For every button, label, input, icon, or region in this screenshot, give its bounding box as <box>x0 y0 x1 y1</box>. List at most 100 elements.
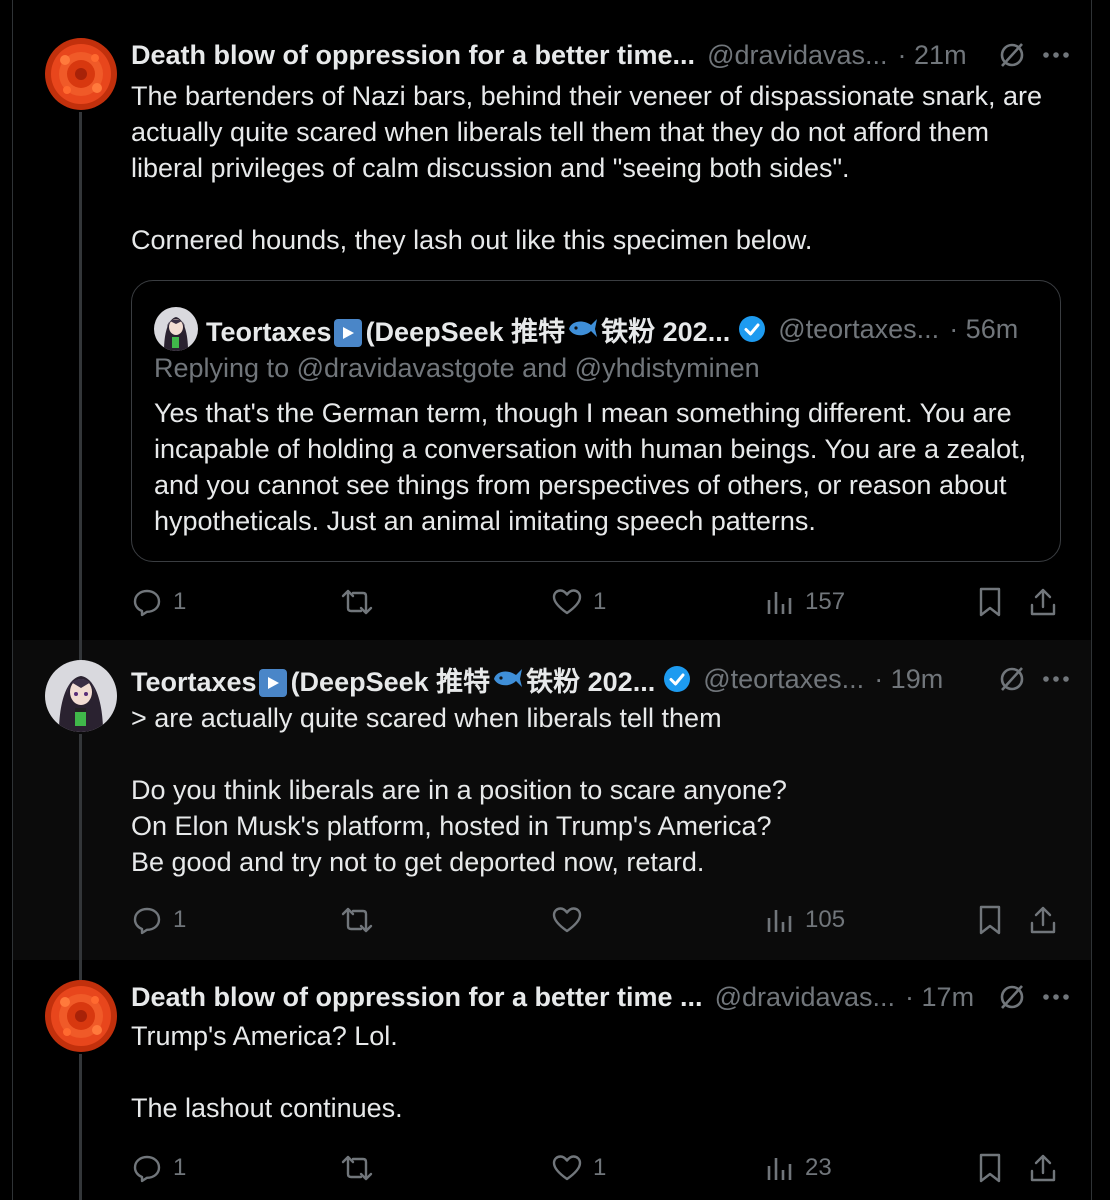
thread-line <box>79 734 82 960</box>
like-icon <box>552 589 582 615</box>
quoted-author-handle[interactable]: @teortaxes... <box>778 314 939 345</box>
author-name-part: 铁粉 202... <box>526 666 656 697</box>
reply-icon <box>133 589 161 617</box>
repost-icon <box>341 1155 373 1181</box>
tweet-header: Death blow of oppression for a better ti… <box>131 980 1071 1014</box>
thread-line <box>79 112 82 640</box>
avatar[interactable] <box>154 307 198 351</box>
quoted-header: Teortaxes (DeepSeek 推特 铁粉 202... @teortaxe… <box>154 307 1038 351</box>
like-icon <box>552 907 582 933</box>
author-name[interactable]: Teortaxes (DeepSeek 推特 铁粉 202... <box>131 660 655 699</box>
share-icon <box>1030 1154 1056 1182</box>
author-name-part: Teortaxes <box>131 666 257 697</box>
quoted-tweet[interactable]: Teortaxes (DeepSeek 推特 铁粉 202... @teortaxe… <box>131 280 1061 562</box>
repost-button[interactable] <box>339 900 385 940</box>
bookmark-icon <box>979 905 1001 935</box>
grok-icon[interactable] <box>997 664 1027 694</box>
bookmark-icon <box>979 587 1001 617</box>
view-count: 23 <box>805 1154 832 1181</box>
verified-badge-icon <box>738 315 766 343</box>
author-handle[interactable]: @dravidavas... <box>707 40 887 71</box>
quoted-timestamp[interactable]: · 56m <box>949 314 1018 345</box>
repost-icon <box>341 589 373 615</box>
tweet-text: > are actually quite scared when liberal… <box>131 703 787 877</box>
bookmark-button[interactable] <box>975 582 1005 622</box>
tweet-3[interactable]: Death blow of oppression for a better ti… <box>13 960 1091 1200</box>
view-count: 157 <box>805 588 846 615</box>
quoted-author-name[interactable]: Teortaxes (DeepSeek 推特 铁粉 202... <box>206 310 730 349</box>
share-icon <box>1030 906 1056 934</box>
bookmark-button[interactable] <box>975 1148 1005 1188</box>
more-icon[interactable] <box>1041 40 1071 70</box>
share-button[interactable] <box>1027 1148 1059 1188</box>
tweet-1[interactable]: Death blow of oppression for a better ti… <box>13 0 1091 640</box>
views-button[interactable]: 157 <box>765 582 845 622</box>
author-name-part: (DeepSeek 推特 <box>365 316 566 347</box>
tweet-text: The bartenders of Nazi bars, behind thei… <box>131 81 1043 255</box>
avatar[interactable] <box>45 660 117 732</box>
timestamp[interactable]: · 21m <box>898 40 967 71</box>
reply-button[interactable]: 1 <box>131 1148 186 1188</box>
tweet-2[interactable]: Teortaxes (DeepSeek 推特 铁粉 202... @teortaxe… <box>13 640 1091 960</box>
reply-icon <box>133 1155 161 1183</box>
timestamp[interactable]: · 17m <box>905 982 974 1013</box>
grok-icon[interactable] <box>997 40 1027 70</box>
repost-button[interactable] <box>339 582 385 622</box>
timeline: Death blow of oppression for a better ti… <box>12 0 1092 1200</box>
like-icon <box>552 1155 582 1181</box>
whale-icon <box>492 663 524 691</box>
views-icon <box>767 592 792 614</box>
play-flag-icon <box>258 668 287 697</box>
more-icon[interactable] <box>1041 664 1071 694</box>
quoted-text: Yes that's the German term, though I mea… <box>154 398 1034 536</box>
tweet-header: Teortaxes (DeepSeek 推特 铁粉 202... @teortaxe… <box>131 660 1071 699</box>
grok-icon[interactable] <box>997 982 1027 1012</box>
author-name-part: 铁粉 202... <box>601 316 731 347</box>
reply-count: 1 <box>173 1154 187 1181</box>
share-button[interactable] <box>1027 582 1059 622</box>
author-handle[interactable]: @dravidavas... <box>715 982 895 1013</box>
author-name[interactable]: Death blow of oppression for a better ti… <box>131 40 695 71</box>
action-bar: 1 105 <box>131 900 1056 940</box>
like-button[interactable]: 1 <box>551 582 606 622</box>
views-icon <box>767 910 792 932</box>
avatar[interactable] <box>45 38 117 110</box>
tweet-text: Trump's America? Lol. The lashout contin… <box>131 1021 403 1123</box>
timestamp[interactable]: · 19m <box>874 664 943 695</box>
views-icon <box>767 1158 792 1180</box>
repost-icon <box>341 907 373 933</box>
reply-count: 1 <box>173 588 187 615</box>
view-count: 105 <box>805 906 846 933</box>
bookmark-icon <box>979 1153 1001 1183</box>
like-button[interactable] <box>551 900 593 940</box>
share-button[interactable] <box>1027 900 1059 940</box>
reply-count: 1 <box>173 906 187 933</box>
replying-to[interactable]: Replying to @dravidavastgote and @yhdist… <box>154 353 760 384</box>
author-name-part: Teortaxes <box>206 316 332 347</box>
author-handle[interactable]: @teortaxes... <box>703 664 864 695</box>
thread-line <box>79 1054 82 1200</box>
verified-badge-icon <box>663 665 691 693</box>
play-flag-icon <box>333 318 362 347</box>
reply-button[interactable]: 1 <box>131 582 186 622</box>
action-bar: 1 1 23 <box>131 1148 1056 1188</box>
like-button[interactable]: 1 <box>551 1148 606 1188</box>
avatar[interactable] <box>45 980 117 1052</box>
reply-button[interactable]: 1 <box>131 900 186 940</box>
thread-line <box>79 960 82 980</box>
author-name-part: (DeepSeek 推特 <box>290 666 491 697</box>
views-button[interactable]: 105 <box>765 900 845 940</box>
thread-line <box>79 640 82 660</box>
tweet-header: Death blow of oppression for a better ti… <box>131 38 1071 72</box>
views-button[interactable]: 23 <box>765 1148 832 1188</box>
repost-button[interactable] <box>339 1148 385 1188</box>
bookmark-button[interactable] <box>975 900 1005 940</box>
more-icon[interactable] <box>1041 982 1071 1012</box>
author-name[interactable]: Death blow of oppression for a better ti… <box>131 982 703 1013</box>
like-count: 1 <box>593 588 607 615</box>
share-icon <box>1030 588 1056 616</box>
whale-icon <box>567 313 599 341</box>
reply-icon <box>133 907 161 935</box>
like-count: 1 <box>593 1154 607 1181</box>
action-bar: 1 1 157 <box>131 582 1056 622</box>
